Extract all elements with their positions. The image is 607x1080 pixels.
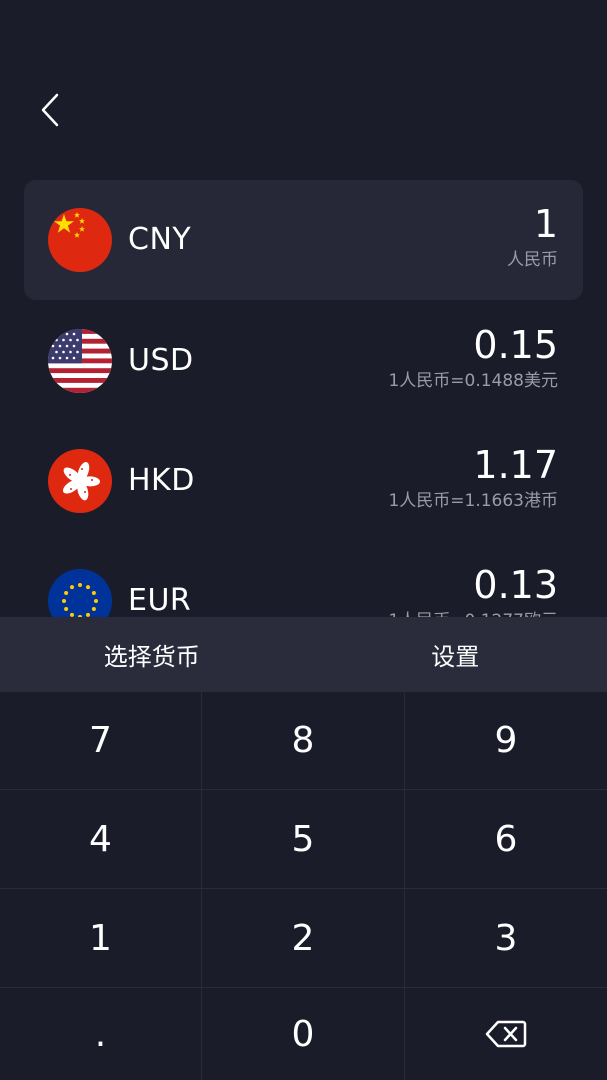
key-1[interactable]: 1 [0, 889, 202, 988]
currency-amount: 1 [533, 202, 558, 246]
currency-list: CNY 1 人民币 USD 0.15 1人民币=0.1488美元 HKD 1.1… [0, 0, 607, 617]
currency-code: CNY [128, 222, 192, 257]
china-flag-icon [48, 208, 112, 272]
usa-flag-icon [48, 329, 112, 393]
key-3[interactable]: 3 [405, 889, 607, 988]
key-9[interactable]: 9 [405, 692, 607, 790]
currency-code: USD [128, 343, 194, 378]
hong-kong-flag-icon [48, 449, 112, 513]
key-7[interactable]: 7 [0, 692, 202, 790]
currency-code: HKD [128, 463, 195, 498]
key-4[interactable]: 4 [0, 790, 202, 889]
currency-code: EUR [128, 583, 192, 617]
currency-rate: 1人民币=0.1277欧元 [388, 609, 558, 617]
currency-row-hkd[interactable]: HKD 1.17 1人民币=1.1663港币 [24, 421, 583, 541]
currency-converter-screen: CNY 1 人民币 USD 0.15 1人民币=0.1488美元 HKD 1.1… [0, 0, 607, 1080]
eu-flag-icon [48, 569, 112, 617]
key-backspace[interactable] [405, 988, 607, 1080]
key-6[interactable]: 6 [405, 790, 607, 889]
action-bar: 选择货币 设置 [0, 617, 607, 692]
currency-amount: 0.13 [473, 563, 558, 607]
currency-row-usd[interactable]: USD 0.15 1人民币=0.1488美元 [24, 301, 583, 421]
key-0[interactable]: 0 [202, 988, 405, 1080]
key-8[interactable]: 8 [202, 692, 405, 790]
currency-amount: 0.15 [473, 323, 558, 367]
key-2[interactable]: 2 [202, 889, 405, 988]
key-decimal[interactable]: . [0, 988, 202, 1080]
currency-row-eur[interactable]: EUR 0.13 1人民币=0.1277欧元 [24, 541, 583, 617]
currency-rate: 人民币 [507, 250, 558, 270]
currency-amount: 1.17 [473, 443, 558, 487]
numeric-keypad: 7 8 9 4 5 6 1 2 3 . 0 [0, 692, 607, 1080]
currency-rate: 1人民币=1.1663港币 [388, 491, 558, 511]
settings-button[interactable]: 设置 [304, 617, 607, 692]
backspace-icon [485, 1020, 527, 1048]
select-currency-button[interactable]: 选择货币 [0, 617, 304, 692]
key-5[interactable]: 5 [202, 790, 405, 889]
currency-rate: 1人民币=0.1488美元 [388, 371, 558, 391]
currency-row-cny[interactable]: CNY 1 人民币 [24, 180, 583, 300]
